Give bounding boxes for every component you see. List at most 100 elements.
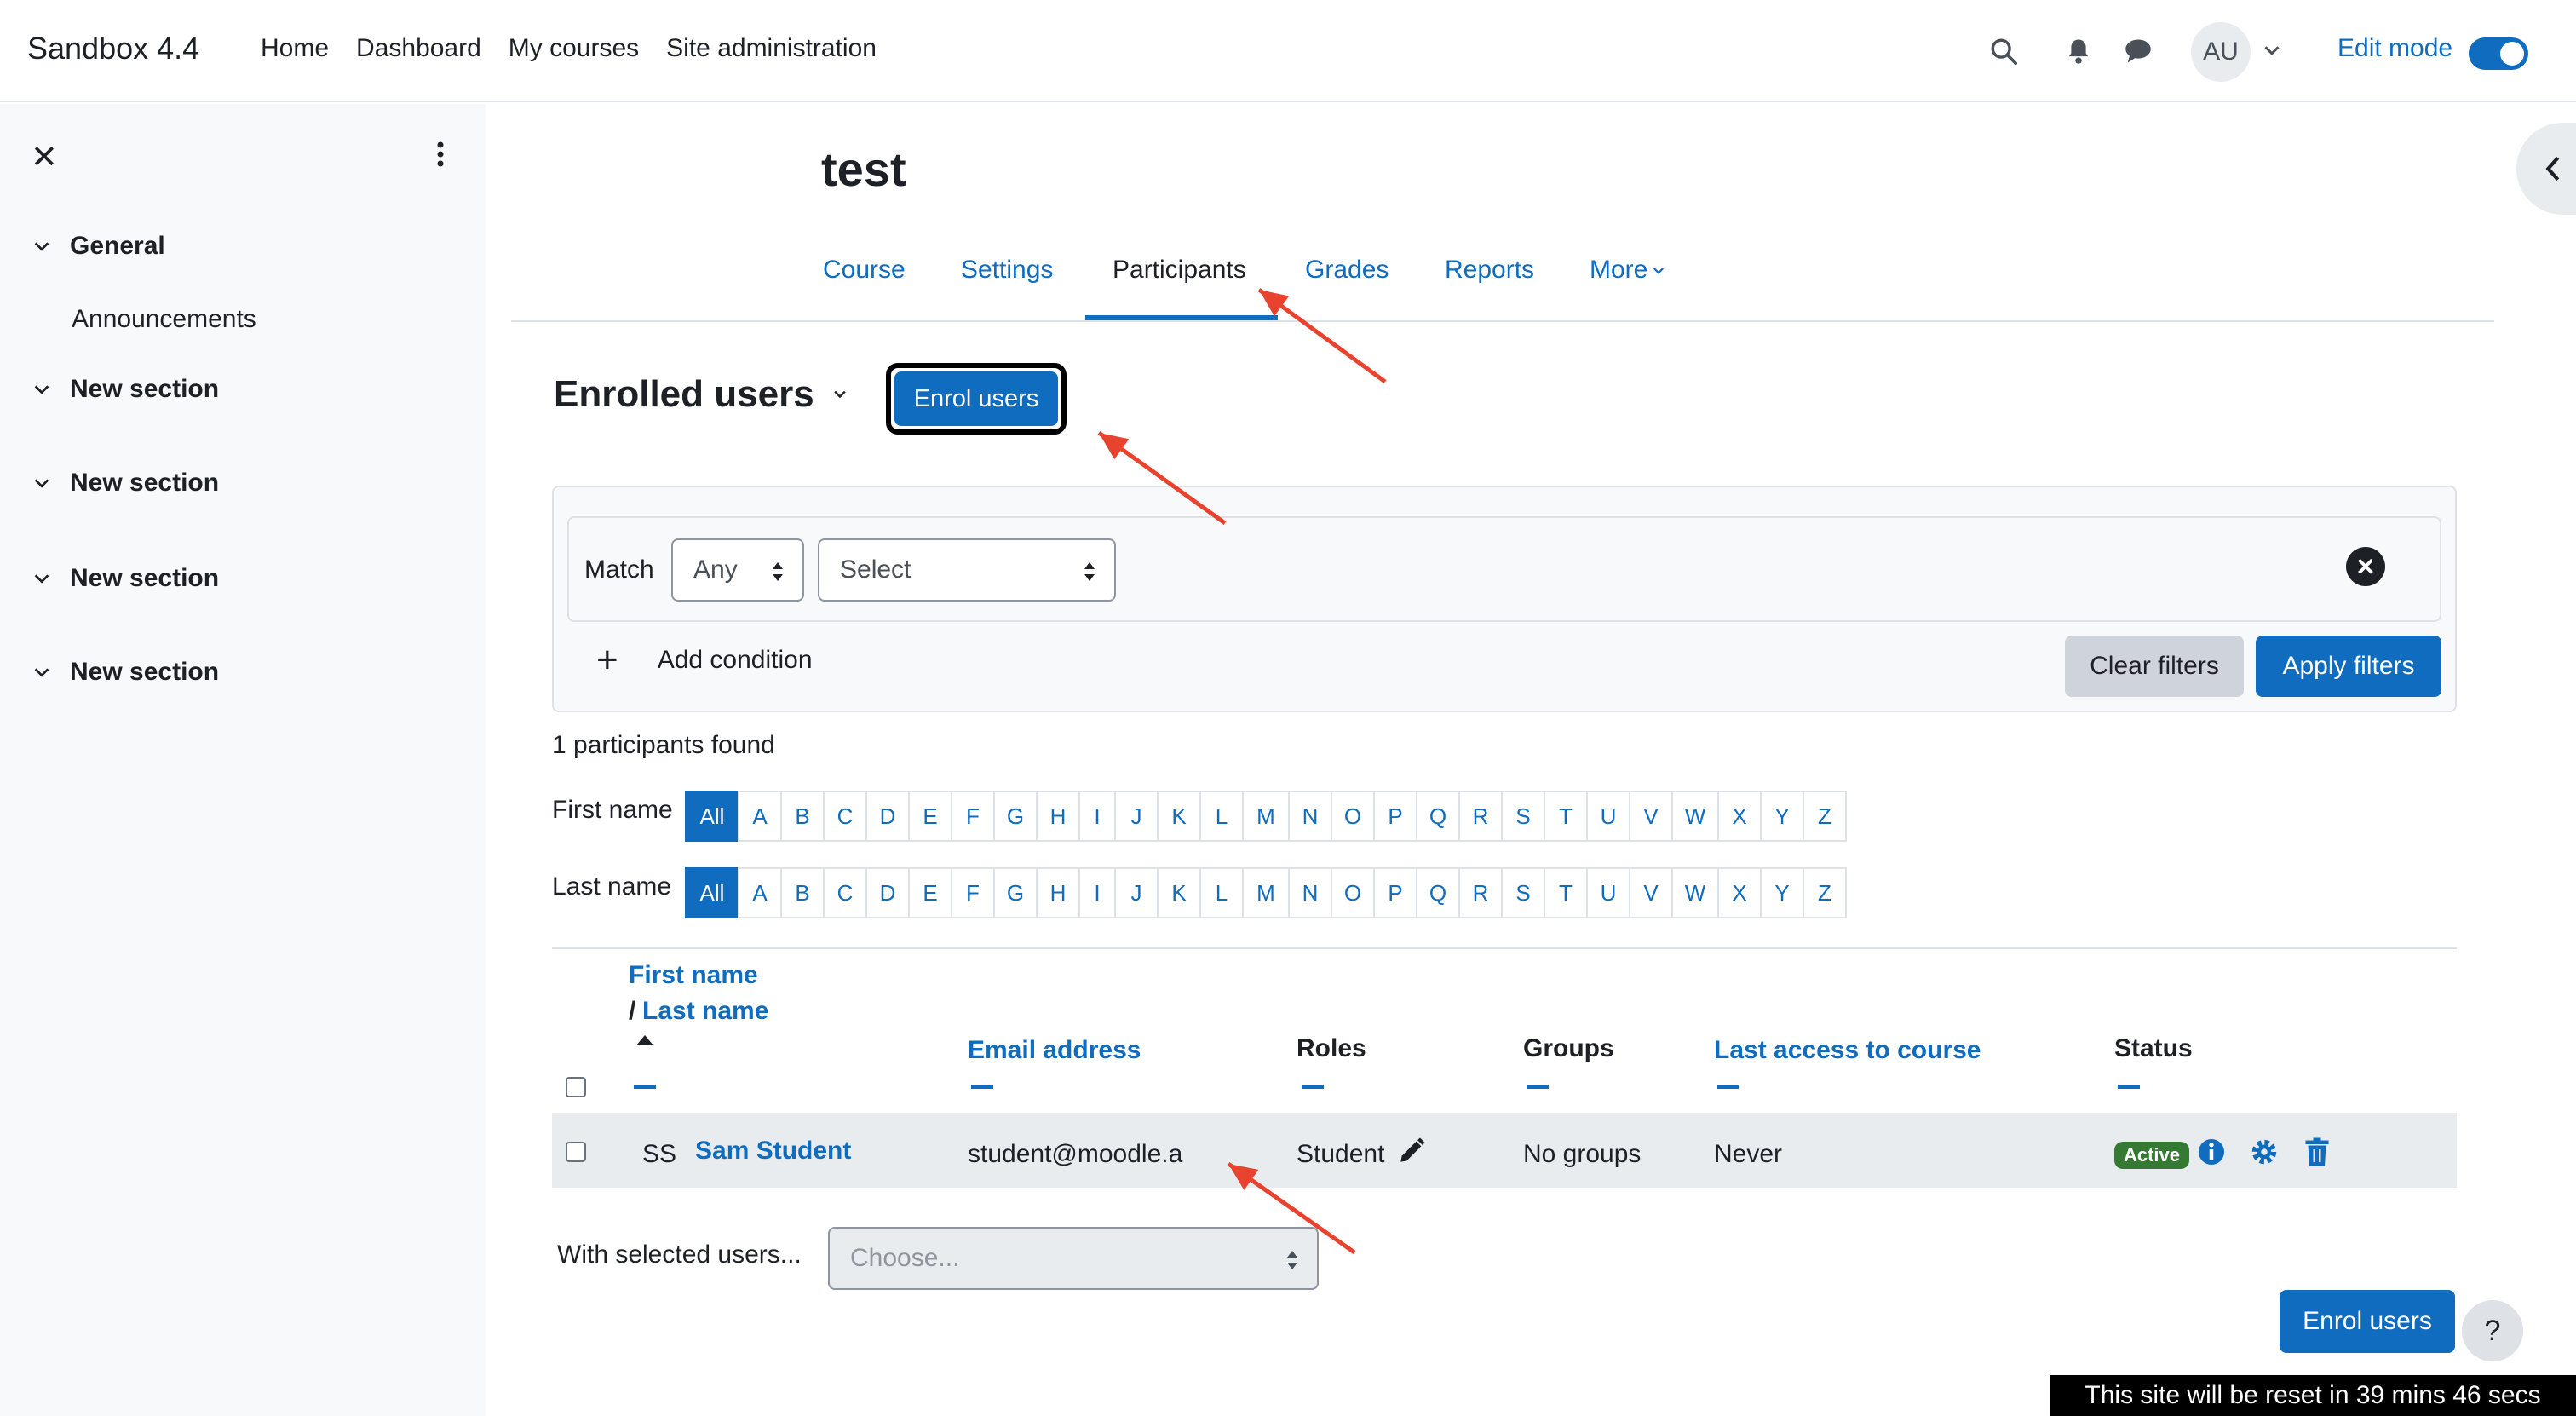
user-name-link[interactable]: Sam Student — [695, 1137, 851, 1166]
row-select-checkbox[interactable] — [566, 1142, 586, 1162]
filter-type-select[interactable]: Select — [818, 538, 1116, 602]
tab-participants[interactable]: Participants — [1113, 256, 1246, 285]
last-name-initial-v[interactable]: V — [1629, 867, 1673, 918]
first-name-initial-y[interactable]: Y — [1760, 791, 1804, 842]
gear-icon[interactable] — [2249, 1137, 2280, 1167]
last-name-initial-l[interactable]: L — [1199, 867, 1244, 918]
first-name-initial-t[interactable]: T — [1544, 791, 1588, 842]
last-name-initial-a[interactable]: A — [738, 867, 782, 918]
first-name-initial-v[interactable]: V — [1629, 791, 1673, 842]
last-name-initial-w[interactable]: W — [1671, 867, 1719, 918]
hide-column-icon[interactable] — [634, 1085, 656, 1089]
first-name-initial-u[interactable]: U — [1586, 791, 1630, 842]
enrol-users-button-bottom[interactable]: Enrol users — [2280, 1290, 2455, 1353]
last-name-initial-o[interactable]: O — [1331, 867, 1375, 918]
close-icon[interactable]: ✕ — [31, 138, 58, 176]
search-icon[interactable] — [1985, 32, 2022, 70]
first-name-initial-b[interactable]: B — [780, 791, 825, 842]
kebab-menu-icon[interactable] — [436, 140, 445, 169]
first-name-initial-e[interactable]: E — [908, 791, 952, 842]
last-name-initial-m[interactable]: M — [1242, 867, 1290, 918]
column-email[interactable]: Email address — [968, 1036, 1141, 1065]
last-name-initial-r[interactable]: R — [1458, 867, 1503, 918]
tab-reports[interactable]: Reports — [1445, 256, 1534, 285]
clear-filters-button[interactable]: Clear filters — [2065, 636, 2244, 697]
first-name-initial-all[interactable]: All — [685, 791, 739, 842]
first-name-initial-c[interactable]: C — [823, 791, 867, 842]
last-name-initial-z[interactable]: Z — [1803, 867, 1847, 918]
tab-course[interactable]: Course — [823, 256, 906, 285]
last-name-initial-k[interactable]: K — [1157, 867, 1201, 918]
first-name-initial-z[interactable]: Z — [1803, 791, 1847, 842]
last-name-initial-j[interactable]: J — [1114, 867, 1159, 918]
tab-more[interactable]: More — [1590, 256, 1666, 285]
first-name-initial-s[interactable]: S — [1501, 791, 1545, 842]
last-name-initial-n[interactable]: N — [1288, 867, 1332, 918]
section-general[interactable]: General — [32, 232, 165, 261]
first-name-initial-k[interactable]: K — [1157, 791, 1201, 842]
first-name-initial-h[interactable]: H — [1036, 791, 1080, 842]
section-new-1[interactable]: New section — [32, 375, 219, 404]
nav-my-courses[interactable]: My courses — [509, 34, 639, 63]
first-name-initial-a[interactable]: A — [738, 791, 782, 842]
last-name-initial-d[interactable]: D — [865, 867, 910, 918]
last-name-initial-e[interactable]: E — [908, 867, 952, 918]
section-new-2[interactable]: New section — [32, 469, 219, 498]
first-name-initial-l[interactable]: L — [1199, 791, 1244, 842]
edit-pencil-icon[interactable] — [1397, 1137, 1426, 1166]
match-select[interactable]: Any — [671, 538, 804, 602]
last-name-initial-u[interactable]: U — [1586, 867, 1630, 918]
first-name-initial-g[interactable]: G — [993, 791, 1038, 842]
nav-home[interactable]: Home — [261, 34, 329, 63]
first-name-initial-p[interactable]: P — [1373, 791, 1417, 842]
section-new-4[interactable]: New section — [32, 658, 219, 687]
first-name-initial-i[interactable]: I — [1078, 791, 1116, 842]
last-name-initial-x[interactable]: X — [1717, 867, 1762, 918]
avatar[interactable]: AU — [2191, 22, 2251, 82]
nav-dashboard[interactable]: Dashboard — [356, 34, 481, 63]
enrol-users-button[interactable]: Enrol users — [886, 363, 1067, 435]
first-name-initial-j[interactable]: J — [1114, 791, 1159, 842]
first-name-initial-r[interactable]: R — [1458, 791, 1503, 842]
chevron-down-icon[interactable] — [2259, 37, 2285, 63]
last-name-initial-g[interactable]: G — [993, 867, 1038, 918]
first-name-initial-w[interactable]: W — [1671, 791, 1719, 842]
tab-grades[interactable]: Grades — [1305, 256, 1389, 285]
last-name-initial-y[interactable]: Y — [1760, 867, 1804, 918]
remove-condition-icon[interactable]: ✕ — [2346, 547, 2385, 586]
open-block-drawer-button[interactable] — [2516, 123, 2576, 215]
bulk-action-select[interactable]: Choose... — [828, 1227, 1319, 1290]
column-first-name[interactable]: First name — [629, 961, 758, 990]
chat-icon[interactable] — [2119, 32, 2157, 70]
first-name-initial-x[interactable]: X — [1717, 791, 1762, 842]
first-name-initial-m[interactable]: M — [1242, 791, 1290, 842]
hide-column-icon[interactable] — [2118, 1085, 2140, 1089]
first-name-initial-d[interactable]: D — [865, 791, 910, 842]
participants-heading[interactable]: Enrolled users — [554, 373, 848, 416]
hide-column-icon[interactable] — [1717, 1085, 1739, 1089]
last-name-initial-t[interactable]: T — [1544, 867, 1588, 918]
apply-filters-button[interactable]: Apply filters — [2256, 636, 2441, 697]
last-name-initial-f[interactable]: F — [951, 867, 995, 918]
last-name-initial-i[interactable]: I — [1078, 867, 1116, 918]
help-button[interactable]: ? — [2462, 1300, 2523, 1361]
site-brand[interactable]: Sandbox 4.4 — [27, 31, 199, 66]
first-name-initial-f[interactable]: F — [951, 791, 995, 842]
last-name-initial-h[interactable]: H — [1036, 867, 1080, 918]
last-name-initial-c[interactable]: C — [823, 867, 867, 918]
section-new-3[interactable]: New section — [32, 564, 219, 593]
column-last-access[interactable]: Last access to course — [1714, 1036, 1981, 1065]
section-item-announcements[interactable]: Announcements — [72, 305, 256, 334]
nav-site-administration[interactable]: Site administration — [666, 34, 877, 63]
last-name-initial-q[interactable]: Q — [1416, 867, 1460, 918]
first-name-initial-o[interactable]: O — [1331, 791, 1375, 842]
tab-settings[interactable]: Settings — [961, 256, 1053, 285]
trash-icon[interactable] — [2302, 1137, 2332, 1167]
hide-column-icon[interactable] — [971, 1085, 993, 1089]
edit-mode-toggle[interactable] — [2469, 37, 2528, 70]
last-name-initial-s[interactable]: S — [1501, 867, 1545, 918]
first-name-initial-q[interactable]: Q — [1416, 791, 1460, 842]
last-name-initial-b[interactable]: B — [780, 867, 825, 918]
hide-column-icon[interactable] — [1527, 1085, 1549, 1089]
first-name-initial-n[interactable]: N — [1288, 791, 1332, 842]
